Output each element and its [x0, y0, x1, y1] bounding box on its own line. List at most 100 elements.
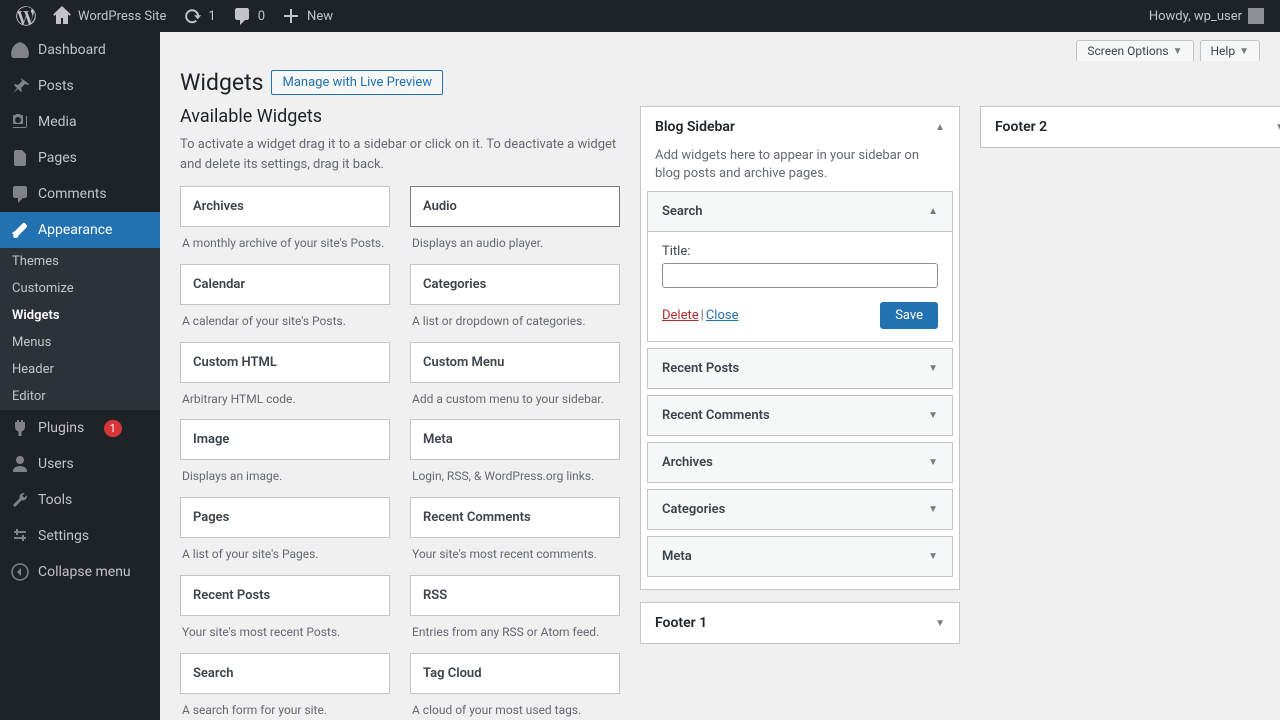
submenu-menus[interactable]: Menus [0, 329, 160, 356]
available-widget[interactable]: Custom HTMLArbitrary HTML code. [180, 342, 390, 412]
widget-item-toggle[interactable]: Recent Posts▼ [648, 349, 952, 388]
menu-media[interactable]: Media [0, 104, 160, 140]
wp-logo[interactable] [8, 0, 44, 32]
available-widget[interactable]: ArchivesA monthly archive of your site's… [180, 186, 390, 256]
widget-item: Archives▼ [647, 442, 953, 483]
page-icon [10, 148, 30, 168]
widget-description: A cloud of your most used tags. [410, 694, 620, 720]
live-preview-button[interactable]: Manage with Live Preview [271, 70, 443, 95]
menu-dashboard[interactable]: Dashboard [0, 32, 160, 68]
chevron-down-icon: ▼ [928, 504, 938, 515]
submenu-customize[interactable]: Customize [0, 275, 160, 302]
chevron-up-icon: ▲ [935, 122, 945, 133]
widget-item: Recent Comments▼ [647, 395, 953, 436]
menu-label: Plugins [38, 420, 84, 436]
appearance-submenu: Themes Customize Widgets Menus Header Ed… [0, 248, 160, 410]
available-widget[interactable]: AudioDisplays an audio player. [410, 186, 620, 256]
available-widget[interactable]: ImageDisplays an image. [180, 419, 390, 489]
content-area: Screen Options▼ Help▼ Widgets Manage wit… [160, 32, 1280, 720]
close-link[interactable]: Close [706, 308, 739, 323]
comments-count: 0 [258, 9, 265, 24]
menu-tools[interactable]: Tools [0, 482, 160, 518]
chevron-down-icon: ▼ [1275, 122, 1280, 133]
available-widget[interactable]: SearchA search form for your site. [180, 653, 390, 720]
widget-item-toggle[interactable]: Recent Comments▼ [648, 396, 952, 435]
save-button[interactable]: Save [880, 302, 938, 329]
submenu-widgets[interactable]: Widgets [0, 302, 160, 329]
widget-description: Login, RSS, & WordPress.org links. [410, 460, 620, 489]
available-widgets-grid: ArchivesA monthly archive of your site's… [180, 186, 620, 720]
submenu-themes[interactable]: Themes [0, 248, 160, 275]
delete-link[interactable]: Delete [662, 308, 699, 323]
comments-link[interactable]: 0 [224, 0, 273, 32]
widget-description: Add a custom menu to your sidebar. [410, 383, 620, 412]
menu-comments[interactable]: Comments [0, 176, 160, 212]
widget-name: Image [180, 419, 390, 460]
site-name-link[interactable]: WordPress Site [44, 0, 174, 32]
widget-item-toggle[interactable]: Archives▼ [648, 443, 952, 482]
comment-icon [10, 184, 30, 204]
page-title: Widgets [180, 69, 263, 96]
widget-description: Arbitrary HTML code. [180, 383, 390, 412]
menu-users[interactable]: Users [0, 446, 160, 482]
widget-description: Entries from any RSS or Atom feed. [410, 616, 620, 645]
admin-sidebar: Dashboard Posts Media Pages Comments App… [0, 32, 160, 720]
updates-link[interactable]: 1 [174, 0, 223, 32]
widget-name: RSS [410, 575, 620, 616]
menu-plugins[interactable]: Plugins 1 [0, 410, 160, 446]
menu-label: Collapse menu [38, 564, 131, 580]
submenu-editor[interactable]: Editor [0, 383, 160, 410]
menu-label: Appearance [38, 222, 112, 238]
menu-label: Tools [38, 492, 72, 508]
chevron-down-icon: ▼ [928, 410, 938, 421]
admin-bar: WordPress Site 1 0 New Howdy, wp_user [0, 0, 1280, 32]
howdy-link[interactable]: Howdy, wp_user [1141, 0, 1272, 32]
widget-title-input[interactable] [662, 263, 938, 288]
area-title: Footer 1 [655, 615, 707, 631]
menu-settings[interactable]: Settings [0, 518, 160, 554]
home-icon [52, 6, 72, 26]
widget-name: Custom Menu [410, 342, 620, 383]
plugins-badge: 1 [104, 420, 122, 437]
widget-item-toggle[interactable]: Meta▼ [648, 537, 952, 576]
available-widget[interactable]: Tag CloudA cloud of your most used tags. [410, 653, 620, 720]
menu-posts[interactable]: Posts [0, 68, 160, 104]
available-widget[interactable]: CategoriesA list or dropdown of categori… [410, 264, 620, 334]
plus-icon [281, 6, 301, 26]
available-widget[interactable]: Recent CommentsYour site's most recent c… [410, 497, 620, 567]
available-widgets-heading: Available Widgets [180, 106, 620, 127]
menu-pages[interactable]: Pages [0, 140, 160, 176]
dashboard-icon [10, 40, 30, 60]
footer2-toggle[interactable]: Footer 2 ▼ [981, 107, 1280, 147]
available-widget[interactable]: CalendarA calendar of your site's Posts. [180, 264, 390, 334]
available-widget[interactable]: MetaLogin, RSS, & WordPress.org links. [410, 419, 620, 489]
menu-appearance[interactable]: Appearance [0, 212, 160, 248]
chevron-down-icon: ▼ [928, 457, 938, 468]
help-tab[interactable]: Help▼ [1200, 40, 1261, 61]
menu-label: Settings [38, 528, 89, 544]
submenu-header[interactable]: Header [0, 356, 160, 383]
available-widget[interactable]: Custom MenuAdd a custom menu to your sid… [410, 342, 620, 412]
widget-search: Search ▲ Title: Delete|Close Save [647, 191, 953, 342]
chevron-up-icon: ▲ [928, 206, 938, 217]
available-widget[interactable]: PagesA list of your site's Pages. [180, 497, 390, 567]
widget-item: Meta▼ [647, 536, 953, 577]
menu-collapse[interactable]: Collapse menu [0, 554, 160, 590]
wrench-icon [10, 490, 30, 510]
widget-search-toggle[interactable]: Search ▲ [648, 192, 952, 232]
widget-item-toggle[interactable]: Categories▼ [648, 490, 952, 529]
area-desc: Add widgets here to appear in your sideb… [641, 147, 959, 191]
menu-label: Comments [38, 186, 107, 202]
available-widget[interactable]: Recent PostsYour site's most recent Post… [180, 575, 390, 645]
screen-options-tab[interactable]: Screen Options▼ [1076, 40, 1193, 61]
comment-icon [232, 6, 252, 26]
footer1-toggle[interactable]: Footer 1 ▼ [641, 603, 959, 643]
brush-icon [10, 220, 30, 240]
collapse-icon [10, 562, 30, 582]
blog-sidebar-toggle[interactable]: Blog Sidebar ▲ [641, 107, 959, 147]
chevron-down-icon: ▼ [1239, 46, 1249, 57]
new-link[interactable]: New [273, 0, 341, 32]
update-icon [182, 6, 202, 26]
available-widget[interactable]: RSSEntries from any RSS or Atom feed. [410, 575, 620, 645]
menu-label: Pages [38, 150, 77, 166]
